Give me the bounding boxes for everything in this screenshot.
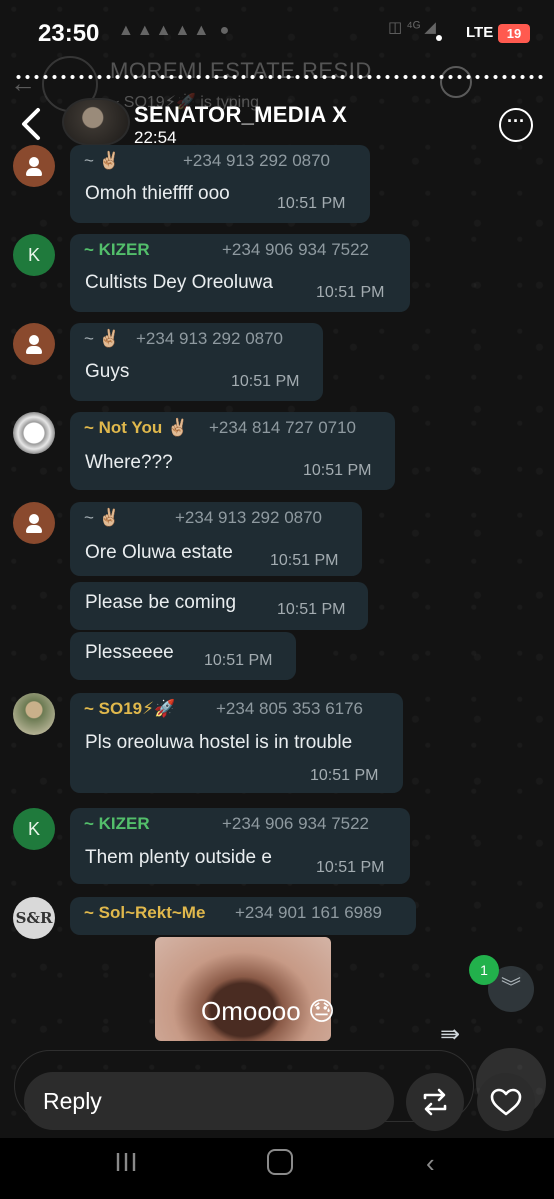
- message-bubble: Plesseeee 10:51 PM: [70, 632, 296, 680]
- message-bubble: Please be coming 10:51 PM: [70, 582, 368, 630]
- status-bar: 23:50 ▲▲▲▲▲ ● ◫ ⁴ᴳ ◢ LTE 19: [0, 0, 554, 62]
- message-sender-wrap: ~ SO19⚡🚀: [84, 699, 175, 719]
- background-back-arrow-icon: ←: [10, 68, 36, 98]
- message-time: 10:51 PM: [204, 652, 273, 669]
- contact-avatar[interactable]: [13, 502, 55, 544]
- network-type: LTE: [466, 24, 494, 41]
- message-text: Omoh thieffff ooo: [85, 183, 230, 204]
- message-bubble: ~ SO19⚡🚀 +234 805 353 6176 Pls oreoluwa …: [70, 693, 403, 793]
- recent-apps-icon: [116, 1153, 136, 1171]
- message-phone: +234 901 161 6989: [235, 903, 383, 922]
- message-bubble: ~ ✌🏼 +234 913 292 0870 Guys 10:51 PM: [70, 323, 323, 401]
- message-sender: ~ KIZER: [84, 814, 150, 833]
- contact-avatar[interactable]: [13, 412, 55, 454]
- story-progress-bar: [14, 74, 544, 80]
- message-bubble: ~ KIZER +234 906 934 7522 Them plenty ou…: [70, 808, 410, 884]
- story-caption: Omoooo 😓: [201, 996, 336, 1026]
- rocket-emoji-icon: 🚀: [154, 699, 176, 718]
- more-dots-icon: ···: [507, 111, 525, 131]
- message-phone: +234 913 292 0870: [136, 329, 284, 348]
- recent-apps-button[interactable]: [114, 1152, 138, 1172]
- message-sender: ~ ✌🏼: [84, 508, 120, 527]
- story-author-name[interactable]: SENATOR_MEDIA X: [134, 102, 347, 128]
- story-author-avatar[interactable]: [62, 98, 130, 146]
- battery-badge: 19: [498, 24, 530, 43]
- signal-icons: ◫ ⁴ᴳ ◢: [388, 19, 436, 36]
- background-chat-title: MOREMI ESTATE RESID: [110, 58, 372, 83]
- message-text: Ore Oluwa estate: [85, 542, 233, 563]
- message-phone: +234 913 292 0870: [183, 151, 331, 170]
- message-time: 10:51 PM: [277, 195, 346, 212]
- back-button[interactable]: [18, 106, 46, 142]
- message-sender: ~ ✌🏼: [84, 329, 120, 348]
- repost-icon: [423, 1088, 447, 1116]
- chevron-left-icon: [22, 108, 40, 140]
- contact-avatar[interactable]: [13, 145, 55, 187]
- message-sender: ~ Not You ✌🏼: [84, 418, 189, 437]
- repost-button[interactable]: [406, 1073, 464, 1131]
- message-sender: ~ SO19⚡: [84, 699, 155, 718]
- message-text: Please be coming: [85, 592, 237, 613]
- message-sender: ~ Sol~Rekt~Me: [84, 903, 206, 922]
- message-text: Where???: [85, 452, 173, 473]
- double-chevron-down-icon: ︾: [501, 977, 521, 999]
- message-time: 10:51 PM: [303, 462, 372, 479]
- message-text: Pls oreoluwa hostel is in trouble: [85, 732, 353, 753]
- message-sender: ~ ✌🏼: [84, 151, 120, 170]
- background-mic-icon: [440, 66, 472, 98]
- message-time: 10:51 PM: [231, 373, 300, 390]
- like-button[interactable]: [477, 1073, 535, 1131]
- message-phone: +234 906 934 7522: [222, 814, 370, 833]
- message-bubble: ~ Not You ✌🏼 +234 814 727 0710 Where??? …: [70, 412, 395, 490]
- message-sender: ~ KIZER: [84, 240, 150, 259]
- reply-placeholder: Reply: [43, 1088, 102, 1114]
- message-text: Cultists Dey Oreoluwa: [85, 272, 273, 293]
- forward-icon: ⇛: [440, 1021, 461, 1048]
- message-phone: +234 814 727 0710: [209, 418, 357, 437]
- message-phone: +234 906 934 7522: [222, 240, 370, 259]
- heart-icon: [490, 1088, 522, 1116]
- message-bubble: ~ ✌🏼 +234 913 292 0870 Ore Oluwa estate …: [70, 502, 362, 576]
- message-bubble: ~ ✌🏼 +234 913 292 0870 Omoh thieffff ooo…: [70, 145, 370, 223]
- status-time: 23:50: [38, 20, 100, 47]
- status-dot-icon: [436, 35, 442, 41]
- unread-count-badge: 1: [469, 955, 499, 985]
- contact-avatar[interactable]: K: [13, 808, 55, 850]
- message-phone: +234 913 292 0870: [175, 508, 323, 527]
- message-bubble: ~ Sol~Rekt~Me +234 901 161 6989: [70, 897, 416, 935]
- home-button[interactable]: [267, 1149, 293, 1175]
- message-bubble: ~ KIZER +234 906 934 7522 Cultists Dey O…: [70, 234, 410, 312]
- message-text: Guys: [85, 361, 130, 382]
- message-time: 10:51 PM: [270, 552, 339, 569]
- notification-icons: ▲▲▲▲▲ ●: [118, 22, 233, 39]
- message-time: 10:51 PM: [277, 601, 346, 618]
- nav-back-icon: ‹: [426, 1148, 435, 1178]
- message-time: 10:51 PM: [316, 859, 385, 876]
- message-text: Plesseeee: [85, 642, 174, 663]
- more-options-button[interactable]: ···: [499, 108, 533, 142]
- message-time: 10:51 PM: [316, 284, 385, 301]
- message-phone: +234 805 353 6176: [216, 699, 364, 718]
- contact-avatar[interactable]: [13, 323, 55, 365]
- message-text: Them plenty outside e: [85, 847, 272, 868]
- contact-avatar[interactable]: S&R: [13, 897, 55, 939]
- contact-avatar[interactable]: K: [13, 234, 55, 276]
- message-time: 10:51 PM: [310, 767, 379, 784]
- contact-avatar[interactable]: [13, 693, 55, 735]
- nav-back-button[interactable]: ‹: [426, 1148, 435, 1179]
